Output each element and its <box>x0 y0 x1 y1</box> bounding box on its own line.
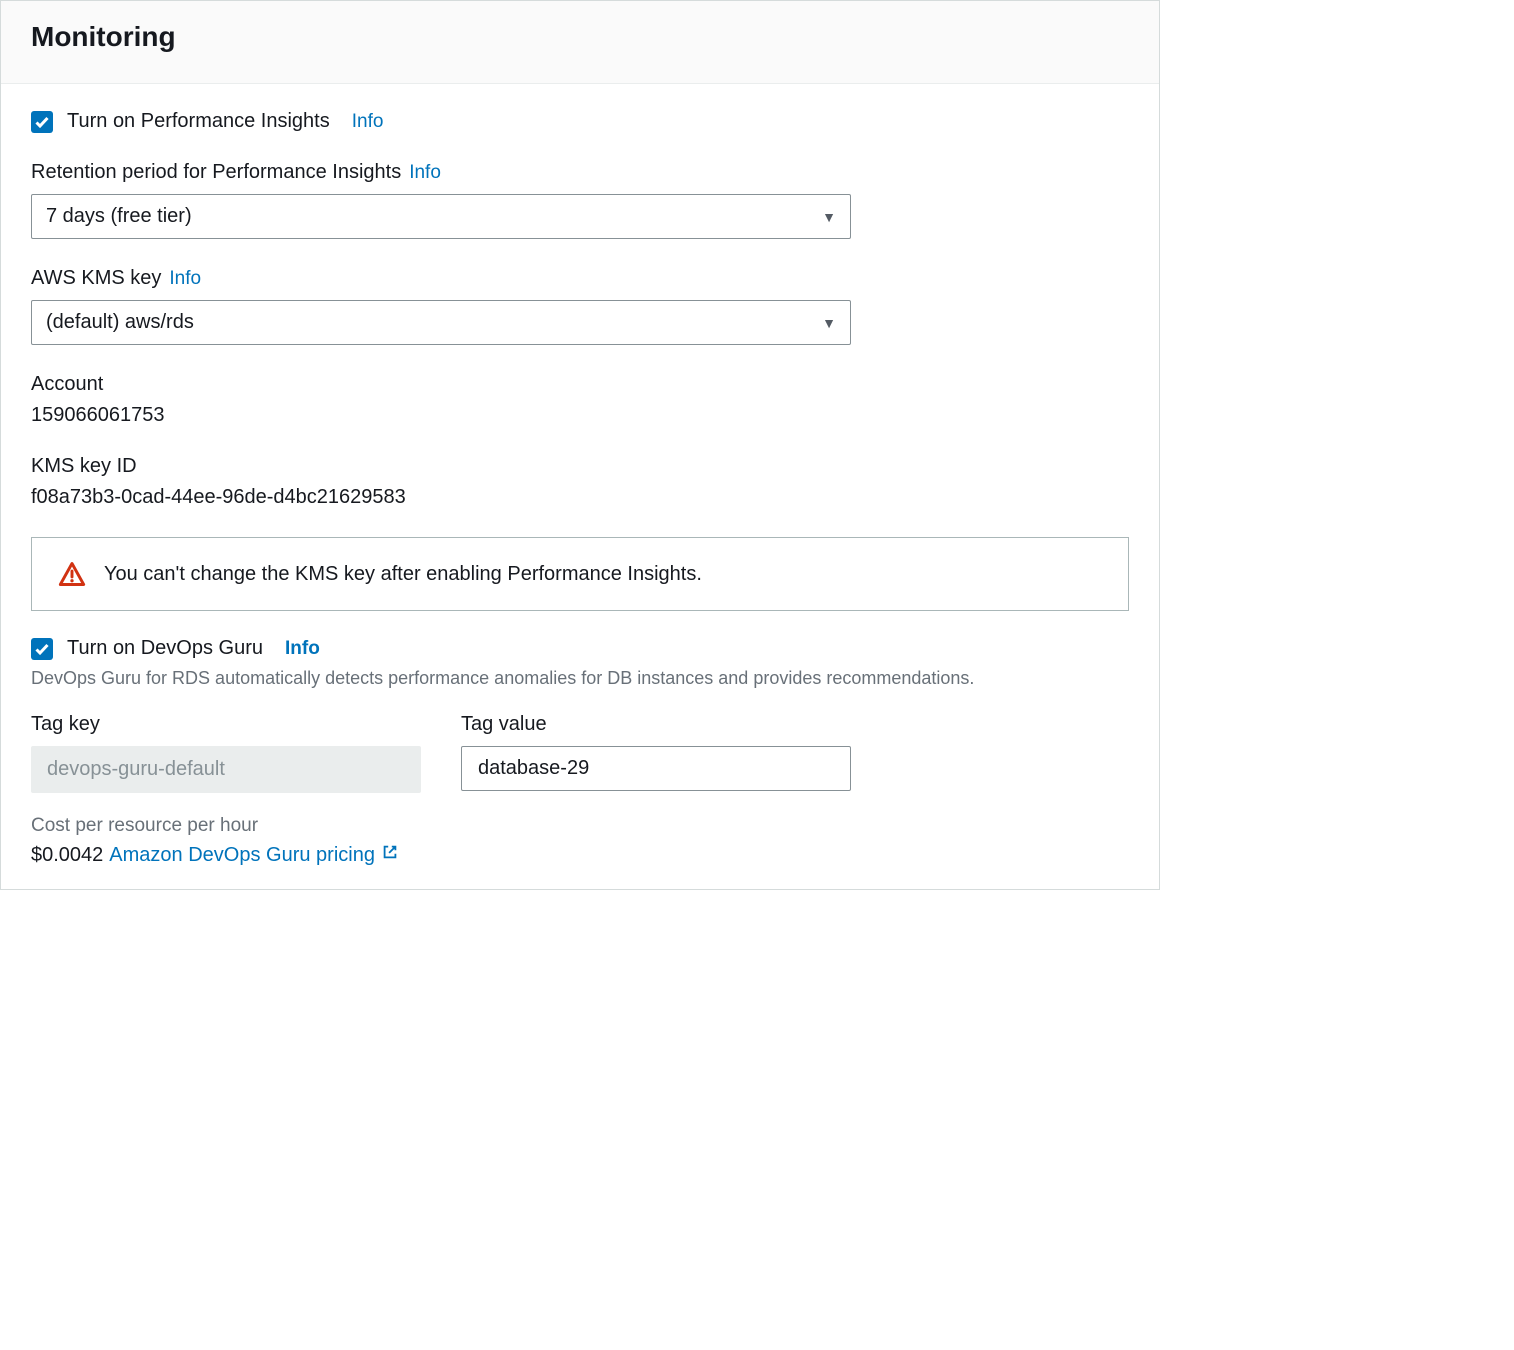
retention-label-row: Retention period for Performance Insight… <box>31 161 1129 184</box>
kms-key-id-label: KMS key ID <box>31 455 1129 478</box>
devops-guru-checkbox[interactable] <box>31 638 53 660</box>
retention-select-value: 7 days (free tier) <box>46 205 192 228</box>
tag-key-label: Tag key <box>31 713 421 736</box>
retention-select[interactable]: 7 days (free tier) ▼ <box>31 194 851 239</box>
panel-header: Monitoring <box>1 1 1159 84</box>
pricing-link[interactable]: Amazon DevOps Guru pricing <box>109 843 399 867</box>
performance-insights-checkbox[interactable] <box>31 111 53 133</box>
kms-alert-text: You can't change the KMS key after enabl… <box>104 563 702 586</box>
performance-insights-label: Turn on Performance Insights <box>67 110 330 133</box>
kms-key-id-field: KMS key ID f08a73b3-0cad-44ee-96de-d4bc2… <box>31 455 1129 509</box>
kms-key-field: AWS KMS key Info (default) aws/rds ▼ <box>31 267 1129 345</box>
kms-key-info-link[interactable]: Info <box>169 268 201 290</box>
tag-value-field: Tag value <box>461 713 851 793</box>
devops-guru-label: Turn on DevOps Guru <box>67 637 263 660</box>
panel-body: Turn on Performance Insights Info Retent… <box>1 84 1159 889</box>
pricing-link-text: Amazon DevOps Guru pricing <box>109 844 375 867</box>
devops-guru-row: Turn on DevOps Guru Info DevOps Guru for… <box>31 637 1129 689</box>
account-field: Account 159066061753 <box>31 373 1129 427</box>
cost-section: Cost per resource per hour $0.0042 Amazo… <box>31 815 1129 867</box>
chevron-down-icon: ▼ <box>822 209 836 225</box>
warning-icon <box>58 560 86 588</box>
cost-value: $0.0042 <box>31 844 103 867</box>
tag-value-label: Tag value <box>461 713 851 736</box>
tag-value-input[interactable] <box>461 746 851 791</box>
retention-field: Retention period for Performance Insight… <box>31 161 1129 239</box>
kms-key-label: AWS KMS key <box>31 267 161 290</box>
external-link-icon <box>381 843 399 867</box>
chevron-down-icon: ▼ <box>822 315 836 331</box>
kms-key-label-row: AWS KMS key Info <box>31 267 1129 290</box>
tag-key-field: Tag key <box>31 713 421 793</box>
cost-label: Cost per resource per hour <box>31 815 1129 837</box>
performance-insights-row: Turn on Performance Insights Info <box>31 110 1129 133</box>
kms-key-select[interactable]: (default) aws/rds ▼ <box>31 300 851 345</box>
check-icon <box>34 114 50 130</box>
devops-guru-info-link[interactable]: Info <box>285 638 320 660</box>
devops-guru-description: DevOps Guru for RDS automatically detect… <box>31 668 1129 689</box>
kms-alert: You can't change the KMS key after enabl… <box>31 537 1129 611</box>
monitoring-panel: Monitoring Turn on Performance Insights … <box>0 0 1160 890</box>
tag-row: Tag key Tag value <box>31 713 1129 793</box>
retention-info-link[interactable]: Info <box>409 162 441 184</box>
kms-key-select-value: (default) aws/rds <box>46 311 194 334</box>
tag-key-input <box>31 746 421 793</box>
account-label: Account <box>31 373 1129 396</box>
kms-key-id-value: f08a73b3-0cad-44ee-96de-d4bc21629583 <box>31 486 1129 509</box>
cost-line: $0.0042 Amazon DevOps Guru pricing <box>31 843 1129 867</box>
retention-label: Retention period for Performance Insight… <box>31 161 401 184</box>
performance-insights-info-link[interactable]: Info <box>352 111 384 133</box>
panel-title: Monitoring <box>31 21 1129 53</box>
account-value: 159066061753 <box>31 404 1129 427</box>
check-icon <box>34 641 50 657</box>
